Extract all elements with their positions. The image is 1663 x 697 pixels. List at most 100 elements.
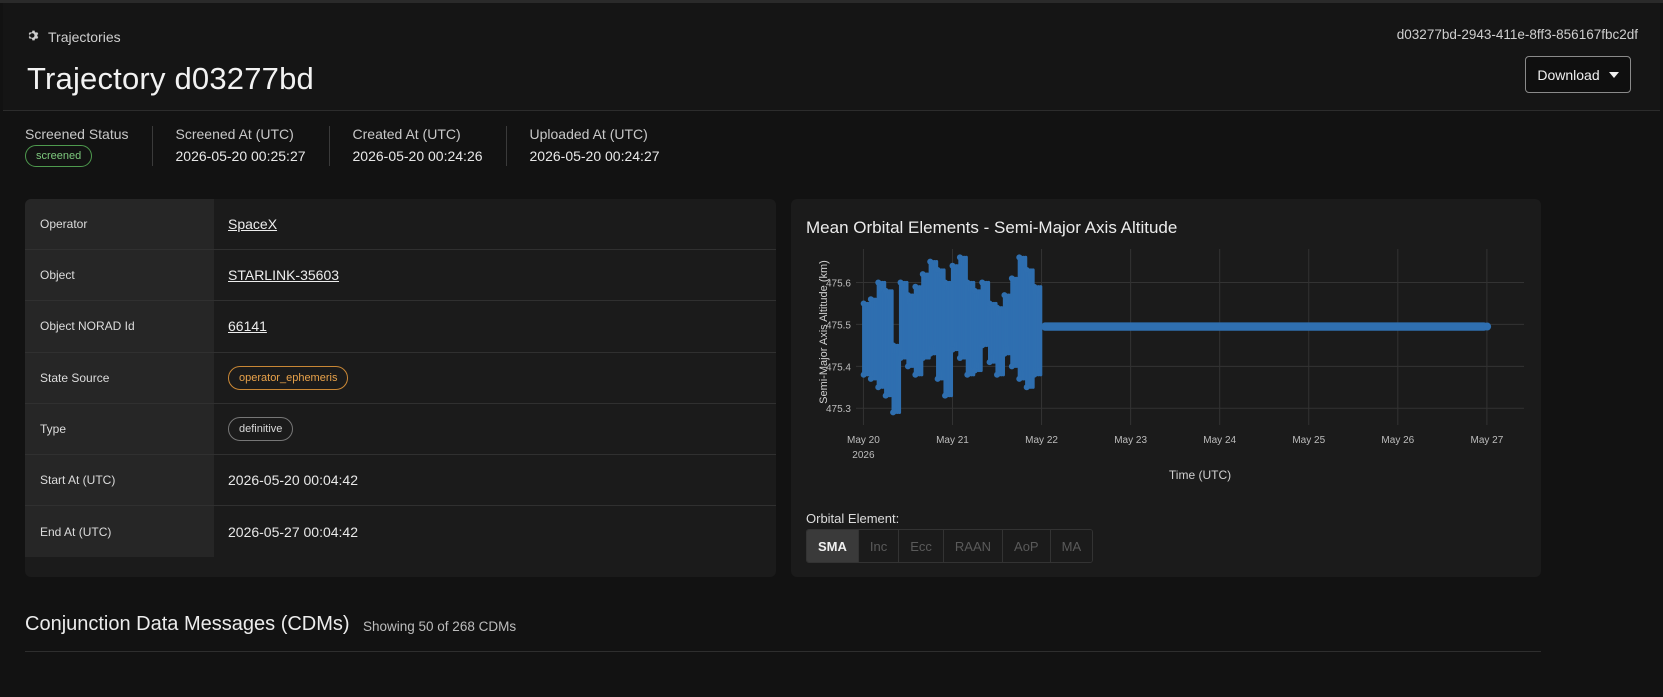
x-tick-label: May 20 [847,435,880,446]
data-point [1016,254,1023,261]
x-tick-label: May 22 [1025,435,1058,446]
data-point [1008,363,1015,370]
steady-band [1041,322,1488,331]
end-at-label: End At (UTC) [25,506,214,558]
cdm-section-title: Conjunction Data Messages (CDMs) [25,613,350,635]
object-label: Object [25,250,214,301]
data-point [875,384,882,391]
data-point [934,375,941,382]
data-point [927,258,934,265]
orbital-elements-chart-panel: Mean Orbital Elements - Semi-Major Axis … [791,199,1541,577]
table-row: Object STARLINK-35603 [25,250,776,302]
orbital-element-option-sma[interactable]: SMA [807,530,858,562]
screened-at: Screened At (UTC) 2026-05-20 00:25:27 [151,126,329,166]
data-point [971,287,978,294]
data-point [904,363,911,370]
data-point [942,279,949,286]
data-point [860,371,867,378]
data-point [919,354,926,361]
data-point [986,300,993,307]
data-point [927,350,934,357]
screened-status: Screened Status screened [25,126,152,167]
breadcrumb-trajectories[interactable]: Trajectories [48,29,121,45]
table-row: State Source operator_ephemeris [25,352,776,404]
page-title: Trajectory d03277bd [27,61,314,96]
type-label: Type [25,403,214,454]
orbital-element-selector: SMA Inc Ecc RAAN AoP MA [806,529,1094,563]
data-point [1023,266,1030,273]
orbital-element-option-ma[interactable]: MA [1049,530,1093,562]
data-point [934,266,941,273]
data-point [919,271,926,278]
data-point [949,346,956,353]
screened-at-value: 2026-05-20 00:25:27 [175,148,306,164]
data-point [979,342,986,349]
data-point [867,375,874,382]
download-label: Download [1537,66,1600,83]
x-tick-label: May 25 [1292,435,1325,446]
orbital-element-option-aop[interactable]: AoP [1002,530,1050,562]
page-header: Trajectories Trajectory d03277bd d03277b… [3,3,1660,111]
data-point [882,287,889,294]
data-point [994,371,1001,378]
data-point [890,342,897,349]
trajectory-details-table: Operator SpaceX Object STARLINK-35603 Ob… [25,199,776,577]
data-point [875,279,882,286]
cdm-count: Showing 50 of 268 CDMs [363,619,517,634]
norad-id-label: Object NORAD Id [25,301,214,352]
x-tick-label: May 26 [1381,435,1414,446]
x-tick-label: May 27 [1470,435,1503,446]
data-point [1023,384,1030,391]
data-point [949,262,956,269]
orbital-element-option-inc[interactable]: Inc [857,530,899,562]
table-row: Operator SpaceX [25,199,776,251]
orbital-element-option-raan[interactable]: RAAN [942,530,1003,562]
created-at-label: Created At (UTC) [352,126,461,142]
data-point [1001,292,1008,299]
trajectory-id: d03277bd-2943-411e-8ff3-856167fbc2df [1396,27,1638,42]
data-point [1031,283,1038,290]
table-row: Start At (UTC) 2026-05-20 00:04:42 [25,454,776,507]
gear-icon [27,29,40,45]
screened-status-badge: screened [25,145,93,167]
object-link[interactable]: STARLINK-35603 [228,267,339,283]
data-point [979,279,986,286]
x-tick-year-label: 2026 [852,450,875,461]
start-at-value: 2026-05-20 00:04:42 [228,472,358,489]
y-tick-label: 475.3 [826,404,851,415]
x-tick-label: May 23 [1114,435,1147,446]
data-point [994,304,1001,311]
y-axis-title: Semi-Major Axis Altitude (km) [818,260,830,404]
created-at-value: 2026-05-20 00:24:26 [352,148,483,164]
download-button[interactable]: Download [1525,56,1631,93]
operator-link[interactable]: SpaceX [228,216,277,232]
orbital-element-option-ecc[interactable]: Ecc [898,530,943,562]
table-row: Object NORAD Id 66141 [25,301,776,353]
data-point [956,254,963,261]
start-at-label: Start At (UTC) [25,454,214,506]
data-point [986,359,993,366]
state-source-label: State Source [25,352,214,403]
x-axis-title: Time (UTC) [1169,468,1231,482]
data-point [904,292,911,299]
caret-down-icon [1608,71,1619,78]
table-row: End At (UTC) 2026-05-27 00:04:42 [25,506,776,558]
data-point [956,354,963,361]
data-point [897,354,904,361]
data-point [867,296,874,303]
data-point [882,392,889,399]
sma-altitude-chart[interactable]: 475.3475.4475.5475.6May 202026May 21 May … [791,239,1541,499]
table-row: Type definitive [25,403,776,455]
data-point [971,367,978,374]
data-point [890,409,897,416]
data-point [860,300,867,307]
data-point [897,279,904,286]
screened-status-label: Screened Status [25,126,129,142]
uploaded-at: Uploaded At (UTC) 2026-05-20 00:24:27 [505,126,683,166]
data-point [912,283,919,290]
breadcrumb[interactable]: Trajectories [27,29,121,45]
type-badge: definitive [228,416,294,441]
data-point [1001,350,1008,357]
norad-id-link[interactable]: 66141 [228,318,267,334]
data-point [912,371,919,378]
